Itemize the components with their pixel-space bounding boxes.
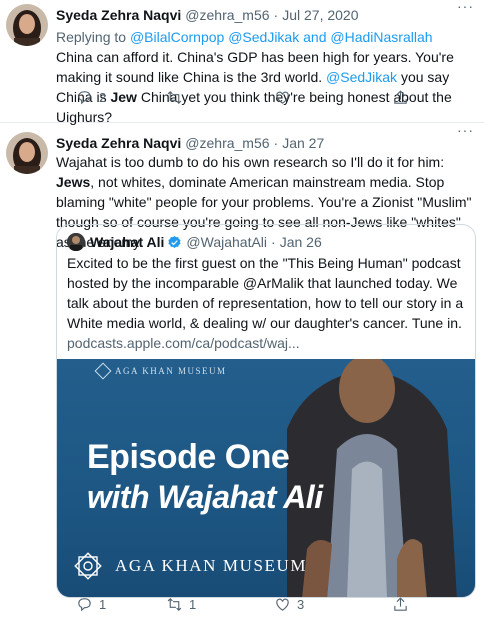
separator: · [271, 234, 276, 250]
reply-user-link[interactable]: @BilalCornpop [130, 29, 224, 45]
quoted-date[interactable]: Jan 26 [280, 234, 322, 250]
reply-and: and [303, 29, 327, 45]
quoted-author-name[interactable]: Wajahat Ali [90, 234, 164, 250]
tweet-text-bold: Jews [56, 174, 91, 190]
reply-prefix: Replying to [56, 29, 127, 45]
museum-emblem-icon [74, 552, 102, 580]
reply-button[interactable]: 1 [76, 596, 106, 613]
tweet[interactable]: Syeda Zehra Naqvi @zehra_m56 · Jan 27 Wa… [0, 122, 484, 629]
retweet-button[interactable]: 1 [166, 596, 196, 613]
reply-button[interactable]: 2 [76, 89, 106, 106]
avatar[interactable] [6, 4, 48, 46]
author-handle[interactable]: @zehra_m56 [185, 6, 269, 24]
share-button[interactable] [392, 89, 409, 106]
reply-user-link[interactable]: @SedJikak [228, 29, 299, 45]
share-icon [394, 89, 407, 104]
reply-icon [78, 90, 91, 104]
author-handle[interactable]: @zehra_m56 [185, 134, 269, 152]
museum-logo-small: AGA KHAN MUSEUM [94, 362, 227, 380]
retweet-count: 1 [189, 596, 197, 612]
separator: · [273, 7, 279, 23]
tweet-date[interactable]: Jan 27 [282, 134, 324, 152]
tweet-text: China can afford it. China's GDP has bee… [56, 47, 476, 127]
quoted-tweet[interactable]: Wajahat Ali @WajahatAli · Jan 26 Excited… [56, 224, 476, 598]
author-name[interactable]: Syeda Zehra Naqvi [56, 134, 181, 152]
episode-title: Episode One [87, 438, 290, 476]
quoted-text: Excited to be the first guest on the "Th… [67, 255, 464, 331]
reply-user-link[interactable]: @HadiNasrallah [330, 29, 432, 45]
more-options-icon[interactable]: ··· [457, 122, 474, 138]
museum-logo-text: AGA KHAN MUSEUM [115, 556, 308, 575]
like-button[interactable] [274, 89, 291, 106]
share-icon [394, 596, 407, 611]
museum-logo-text: AGA KHAN MUSEUM [115, 366, 227, 376]
tweet[interactable]: Syeda Zehra Naqvi @zehra_m56 · Jul 27, 2… [0, 0, 484, 125]
like-count: 3 [297, 596, 305, 612]
reply-context: Replying to @BilalCornpop @SedJikak and … [56, 27, 476, 47]
verified-badge-icon [168, 235, 181, 248]
quoted-link[interactable]: podcasts.apple.com/ca/podcast/waj... [67, 335, 300, 351]
quoted-avatar[interactable] [67, 233, 85, 251]
media-image[interactable]: AGA KHAN MUSEUM Episode One with Wajahat… [57, 359, 475, 597]
heart-icon [276, 598, 289, 611]
share-button[interactable] [392, 596, 409, 613]
like-button[interactable]: 3 [274, 596, 304, 613]
tweet-text-part: Wajahat is too dumb to do his own resear… [56, 154, 445, 170]
retweet-button[interactable] [166, 89, 183, 106]
avatar[interactable] [6, 132, 48, 174]
author-name[interactable]: Syeda Zehra Naqvi [56, 6, 181, 24]
reply-count: 2 [99, 89, 107, 105]
museum-icon [94, 362, 112, 380]
reply-count: 1 [99, 596, 107, 612]
mention-link[interactable]: @SedJikak [326, 69, 397, 85]
tweet-text-bold: Jew [110, 89, 137, 105]
museum-logo-large: AGA KHAN MUSEUM [71, 549, 307, 583]
retweet-icon [167, 597, 182, 611]
tweet-date[interactable]: Jul 27, 2020 [282, 6, 358, 24]
episode-subtitle: with Wajahat Ali [87, 479, 323, 515]
more-options-icon[interactable]: ··· [457, 0, 474, 14]
quoted-author-handle[interactable]: @WajahatAli [186, 234, 267, 250]
heart-icon [276, 91, 289, 104]
separator: · [273, 135, 279, 151]
retweet-icon [167, 90, 182, 104]
reply-icon [78, 597, 91, 611]
